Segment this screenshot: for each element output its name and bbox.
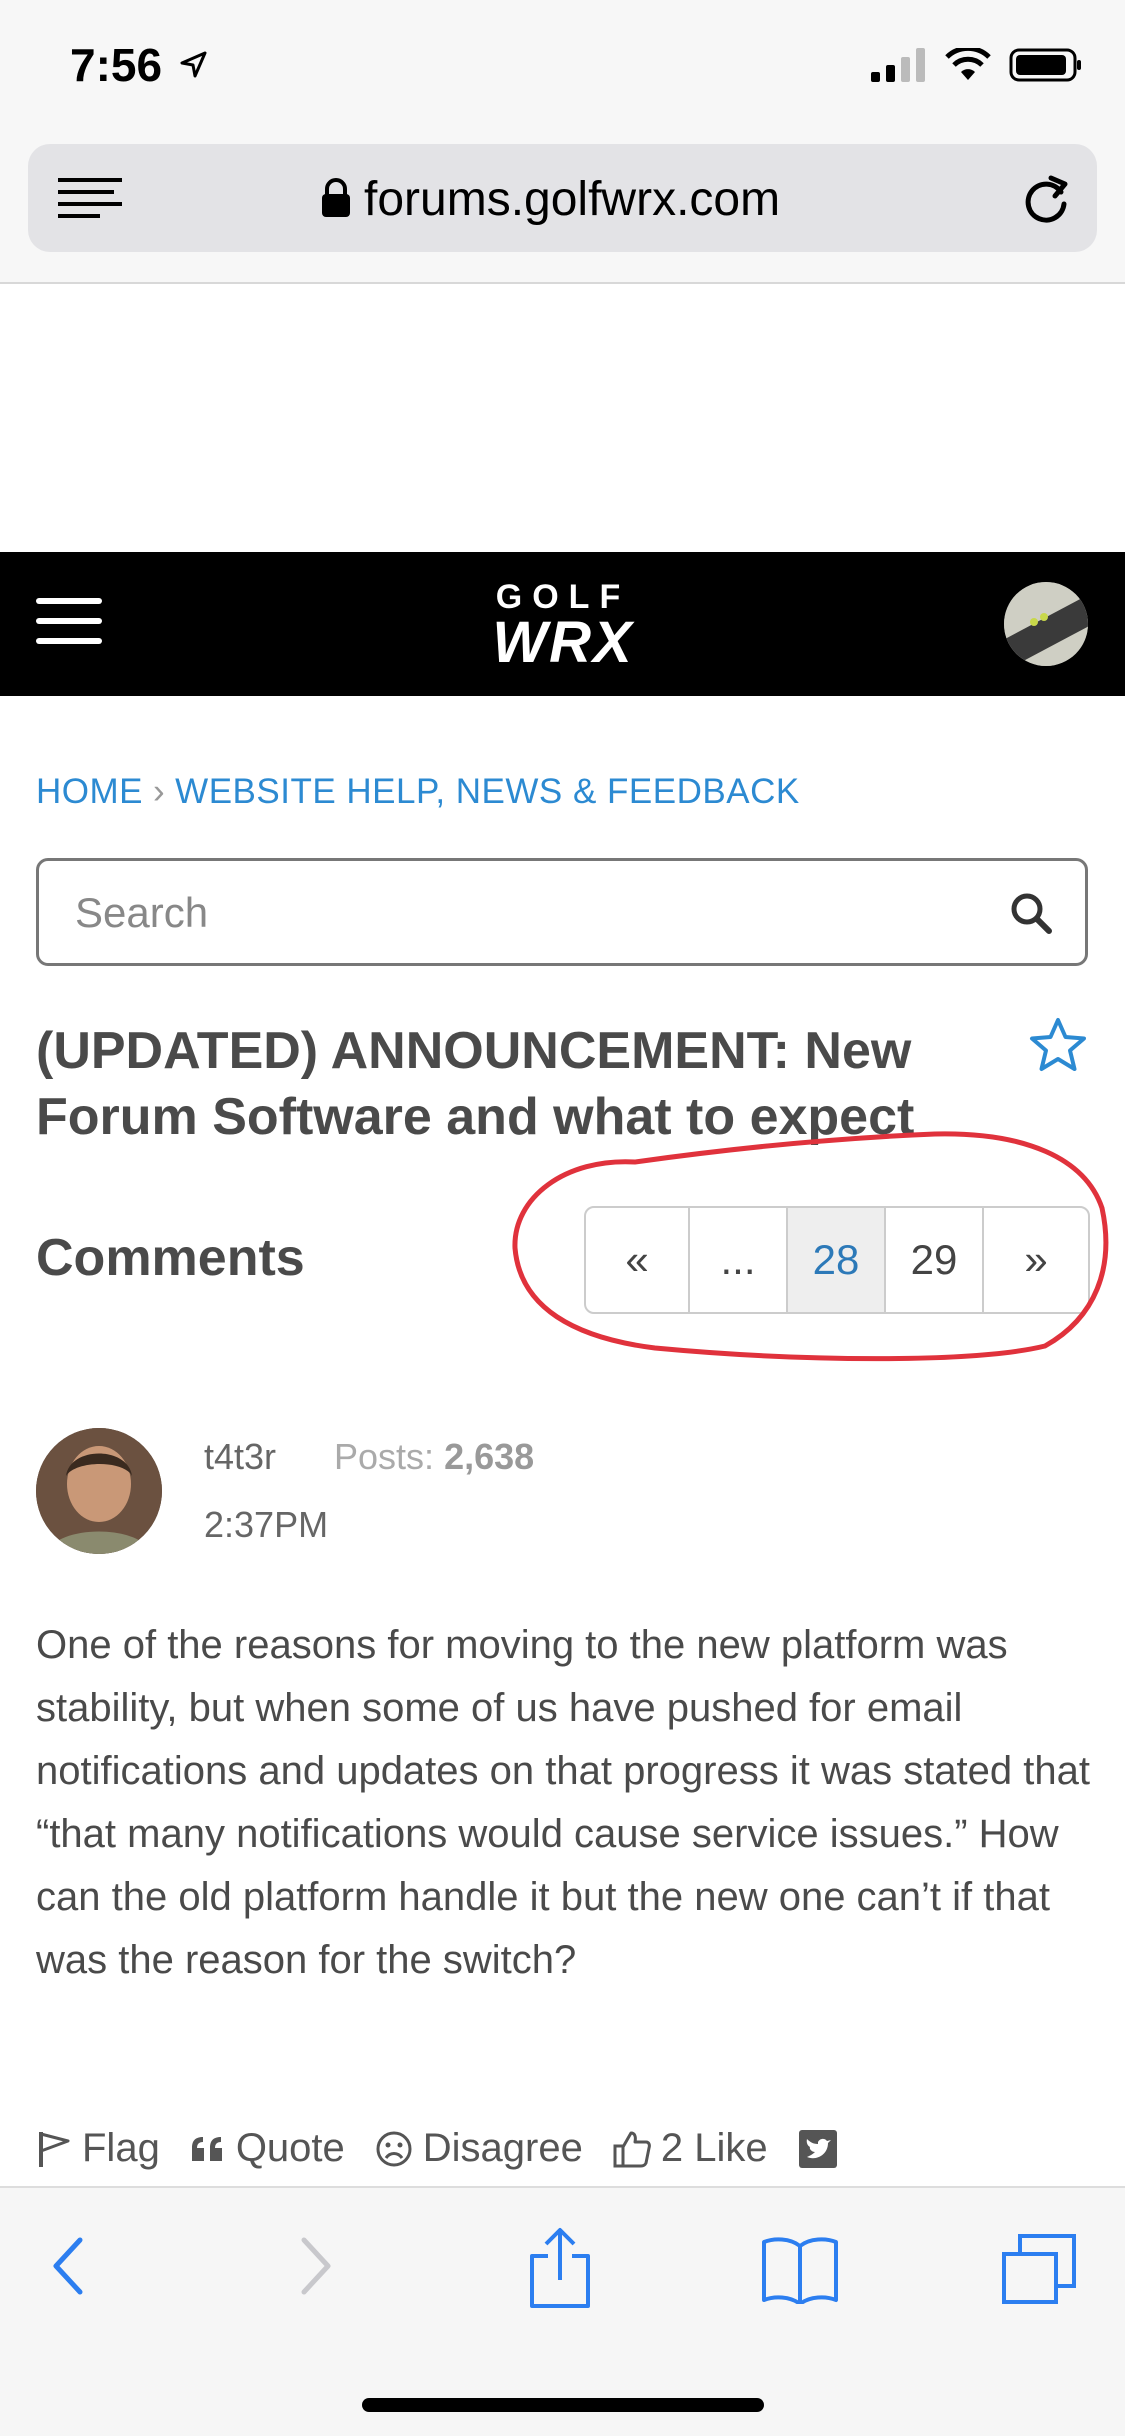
back-icon[interactable]	[48, 2234, 88, 2298]
post-author[interactable]: t4t3r	[204, 1436, 276, 1478]
address-bar[interactable]: forums.golfwrx.com	[28, 144, 1097, 252]
status-indicators	[871, 48, 1083, 82]
breadcrumb-separator: ›	[153, 772, 166, 811]
quote-button[interactable]: Quote	[190, 2126, 345, 2171]
pager-next-button[interactable]: »	[984, 1208, 1088, 1312]
post-actions: Flag Quote Disagree 2 Like	[36, 2126, 878, 2171]
menu-icon[interactable]	[36, 598, 102, 648]
twitter-icon	[798, 2129, 837, 2168]
reader-icon[interactable]	[58, 178, 122, 218]
thread-title: (UPDATED) ANNOUNCEMENT: New Forum Softwa…	[36, 1022, 915, 1146]
site-header: GOLF WRX	[0, 552, 1125, 696]
pager-prev-button[interactable]: «	[586, 1208, 690, 1312]
star-icon[interactable]	[1028, 1016, 1088, 1074]
pager-page-29[interactable]: 29	[886, 1208, 984, 1312]
pager-ellipsis[interactable]: ...	[690, 1208, 788, 1312]
flag-icon	[39, 2131, 70, 2167]
like-label: 2 Like	[660, 2126, 768, 2170]
quote-label: Quote	[235, 2126, 345, 2170]
wifi-icon	[945, 48, 991, 80]
like-icon	[613, 2131, 651, 2167]
search-icon[interactable]	[1009, 891, 1053, 935]
status-time: 7:56	[70, 39, 163, 91]
disagree-icon	[376, 2131, 412, 2166]
breadcrumb-home[interactable]: HOME	[36, 772, 143, 811]
post-body: One of the reasons for moving to the new…	[36, 1623, 1090, 1982]
comments-heading: Comments	[36, 1229, 305, 1287]
signal-icon	[871, 48, 925, 82]
bookmarks-icon[interactable]	[760, 2234, 840, 2304]
pagination: « ... 28 29 »	[584, 1206, 1090, 1314]
forward-icon[interactable]	[296, 2234, 336, 2298]
disagree-button[interactable]: Disagree	[375, 2126, 583, 2171]
post-count-value: 2,638	[444, 1436, 535, 1477]
user-avatar[interactable]	[1004, 582, 1088, 666]
tabs-icon[interactable]	[1000, 2232, 1078, 2306]
logo-top-text: GOLF	[495, 578, 631, 616]
location-arrow-icon	[180, 51, 207, 78]
search-placeholder: Search	[75, 889, 209, 936]
share-icon[interactable]	[528, 2226, 592, 2310]
search-input[interactable]: Search	[36, 858, 1088, 966]
flag-button[interactable]: Flag	[36, 2126, 160, 2171]
status-bar: 7:56	[0, 0, 1125, 140]
ad-space	[0, 286, 1125, 552]
breadcrumb: HOME › WEBSITE HELP, NEWS & FEEDBACK	[36, 772, 800, 812]
pager-page-28[interactable]: 28	[788, 1208, 886, 1312]
post-count: Posts: 2,638	[334, 1436, 534, 1478]
url-text: forums.golfwrx.com	[364, 173, 781, 226]
post-author-avatar[interactable]	[36, 1428, 162, 1554]
avatar-image	[36, 1428, 162, 1554]
avatar-image	[1004, 582, 1088, 666]
breadcrumb-section[interactable]: WEBSITE HELP, NEWS & FEEDBACK	[175, 772, 800, 811]
quote-icon	[191, 2136, 222, 2161]
site-logo[interactable]: GOLF WRX	[448, 578, 678, 675]
twitter-share-button[interactable]	[798, 2129, 848, 2169]
disagree-label: Disagree	[422, 2126, 583, 2170]
home-indicator[interactable]	[362, 2398, 764, 2412]
reload-icon[interactable]	[1021, 172, 1071, 226]
flag-label: Flag	[82, 2126, 160, 2170]
post-count-label: Posts:	[334, 1436, 435, 1477]
logo-bottom-text: WRX	[492, 610, 634, 675]
like-button[interactable]: 2 Like	[613, 2126, 768, 2171]
battery-icon	[1009, 48, 1081, 82]
post-time[interactable]: 2:37PM	[204, 1504, 328, 1546]
browser-address-area: forums.golfwrx.com	[0, 140, 1125, 284]
lock-icon	[322, 178, 350, 217]
